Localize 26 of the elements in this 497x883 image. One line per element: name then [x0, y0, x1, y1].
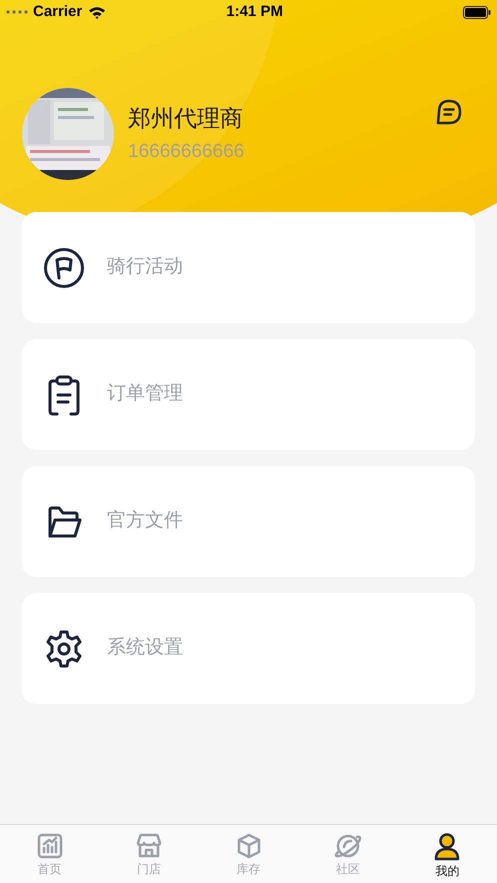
flag-circle-icon: [43, 246, 85, 288]
store-icon: [136, 833, 162, 859]
gear-icon: [44, 628, 84, 668]
phone-number: 16666666666: [128, 142, 244, 161]
tab-item[interactable]: 我的: [398, 825, 497, 883]
menu-card[interactable]: 骑行活动: [22, 212, 475, 323]
tab-item[interactable]: 库存: [198, 825, 298, 883]
tab-item[interactable]: 门店: [99, 825, 199, 883]
battery-icon: [463, 6, 491, 18]
tab-item[interactable]: 社区: [298, 825, 398, 883]
menu-card[interactable]: 订单管理: [22, 339, 475, 450]
planet-icon: [332, 833, 363, 859]
wifi-icon: [88, 6, 106, 18]
message-button[interactable]: [435, 98, 463, 126]
person-icon: [434, 833, 460, 861]
menu-card[interactable]: 官方文件: [22, 466, 475, 577]
tab-item[interactable]: 首页: [0, 825, 100, 883]
menu-card[interactable]: 系统设置: [22, 593, 475, 704]
cube-icon: [236, 833, 262, 859]
carrier-text: Carrier: [33, 2, 82, 22]
signal-icon: [6, 10, 28, 14]
clipboard-icon: [46, 374, 82, 416]
chart-icon: [36, 833, 63, 859]
chat-bubble-icon: [435, 98, 463, 126]
clock-text: 1:41 PM: [226, 2, 283, 22]
user-name: 郑州代理商: [128, 107, 244, 130]
